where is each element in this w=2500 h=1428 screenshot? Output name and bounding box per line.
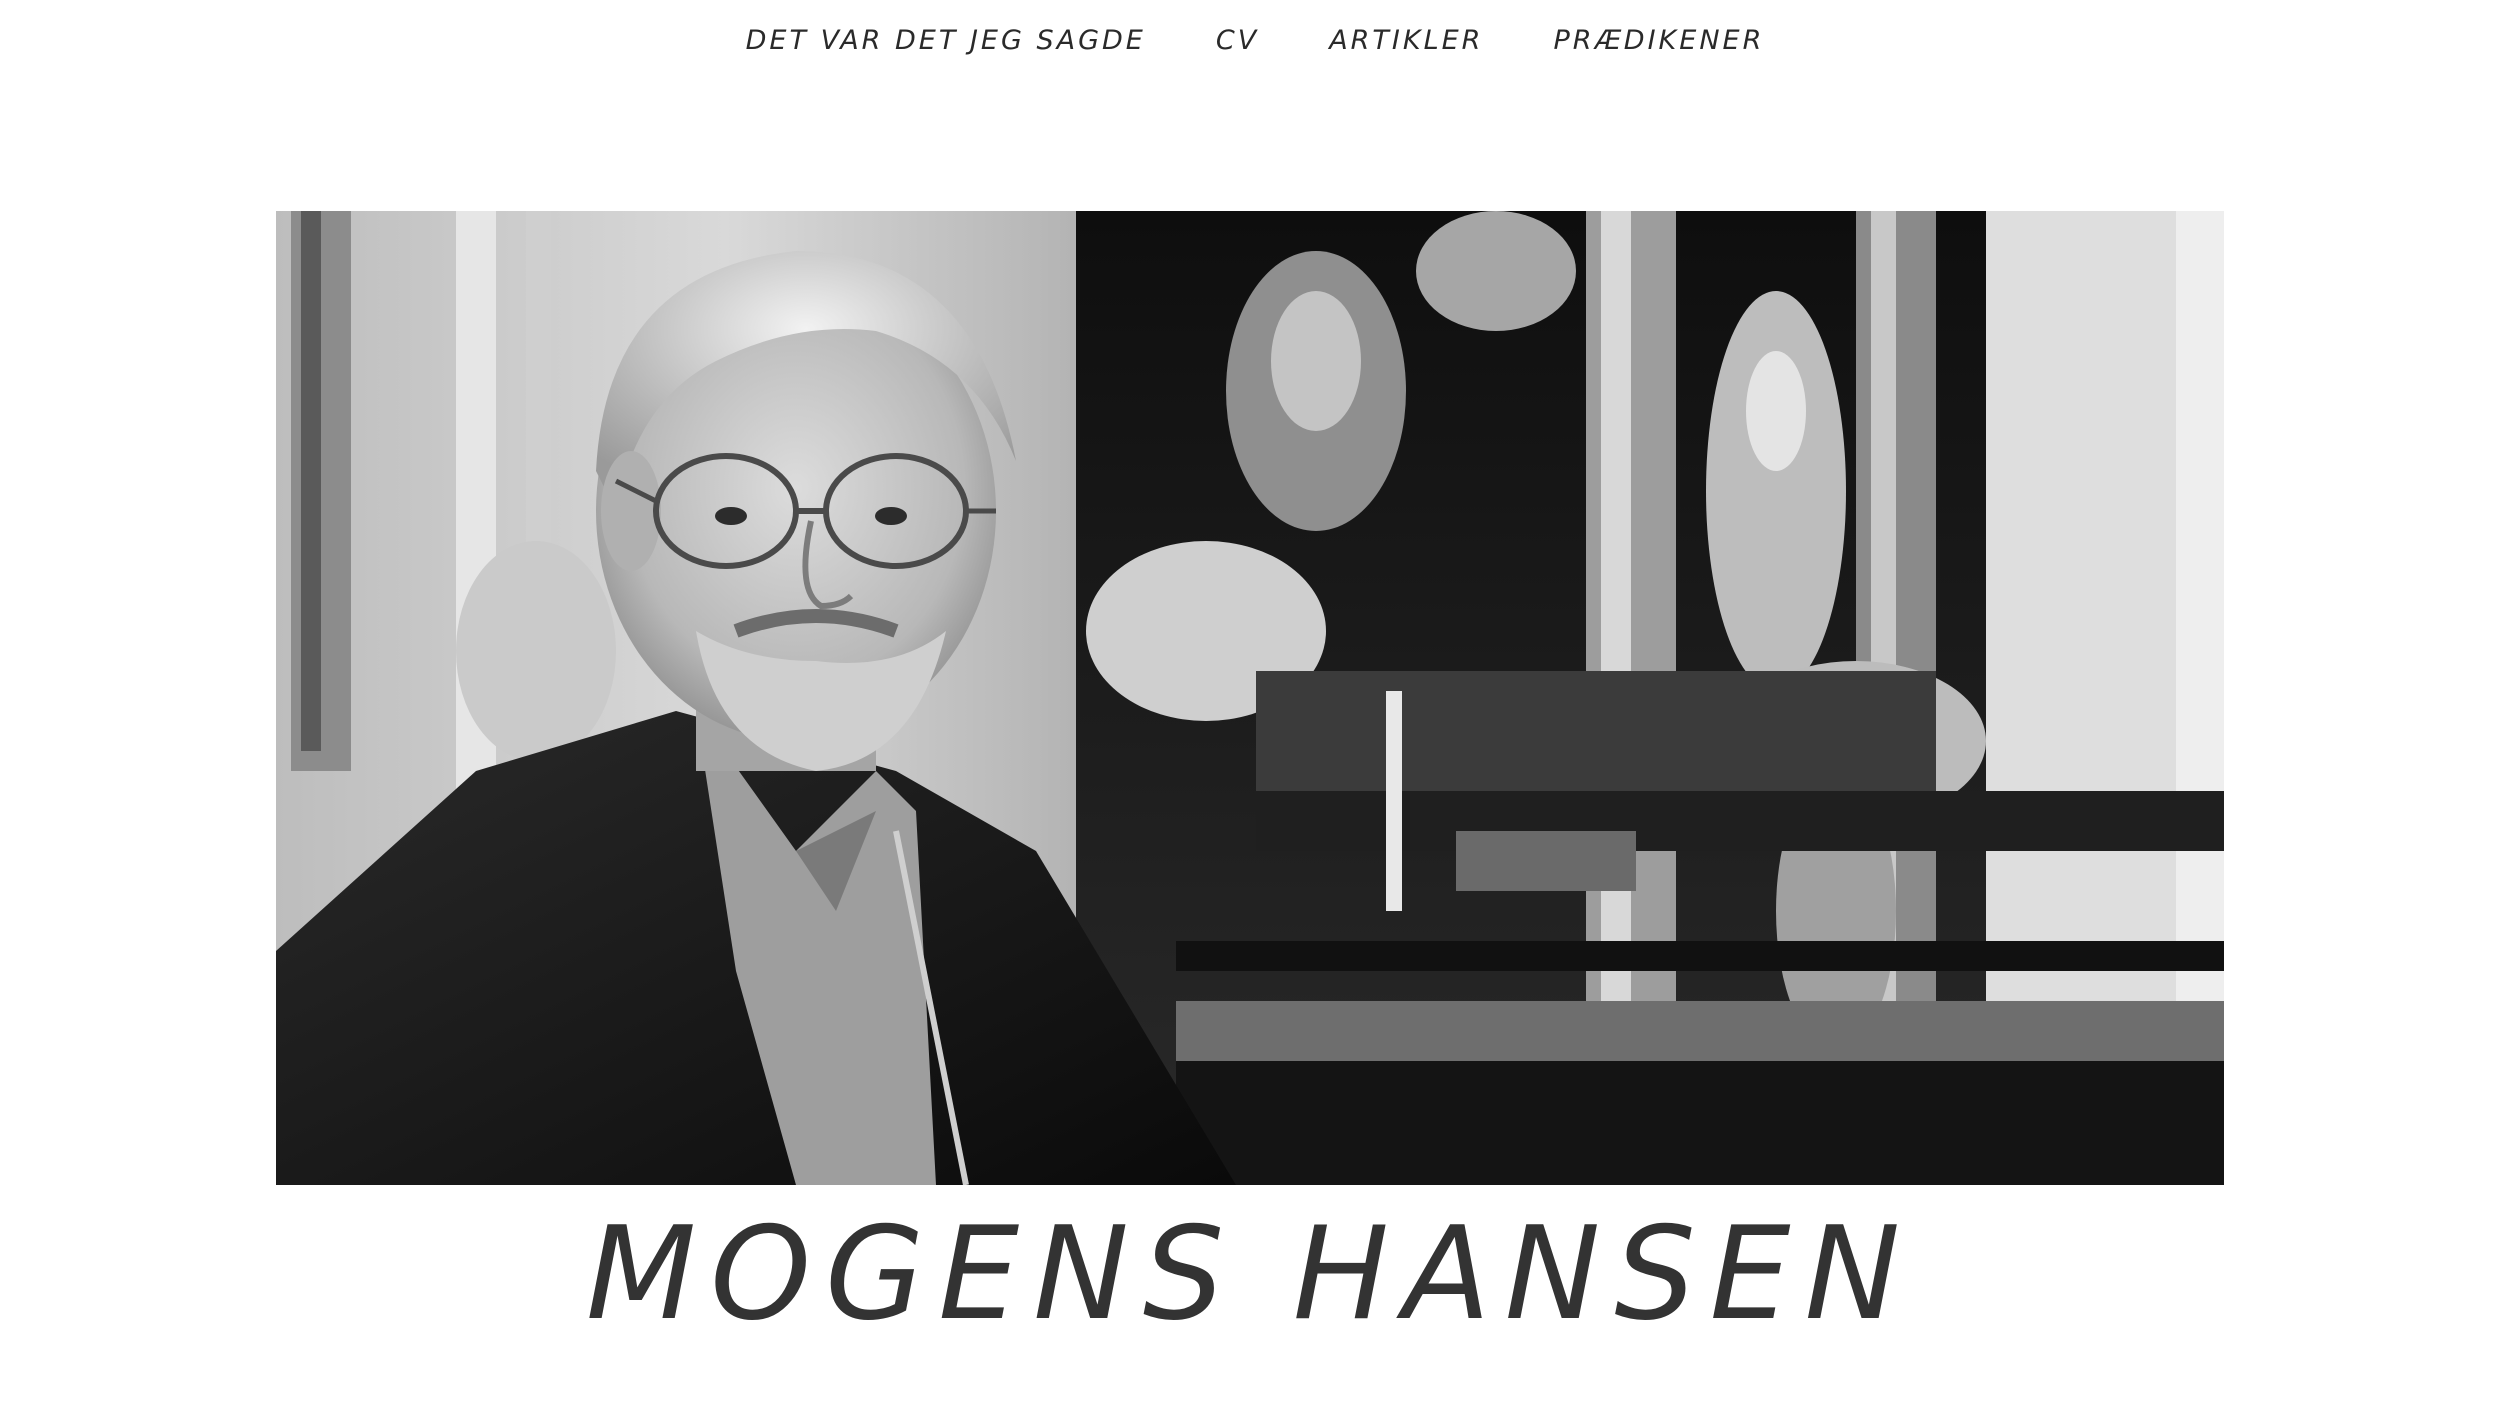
hero-portrait-photo [276, 211, 2224, 1185]
nav-item-artikler[interactable]: ARTIKLER [1329, 25, 1483, 56]
top-navigation: DET VAR DET JEG SAGDE CV ARTIKLER PRÆDIK… [0, 18, 2500, 62]
nav-item-cv[interactable]: CV [1216, 25, 1259, 56]
portrait-illustration [276, 211, 2224, 1185]
nav-list: DET VAR DET JEG SAGDE CV ARTIKLER PRÆDIK… [746, 25, 1765, 56]
nav-item-praedikener[interactable]: PRÆDIKENER [1553, 25, 1764, 56]
site-title: MOGENS HANSEN [585, 1200, 1915, 1349]
nav-item-det-var-det-jeg-sagde[interactable]: DET VAR DET JEG SAGDE [746, 25, 1146, 56]
